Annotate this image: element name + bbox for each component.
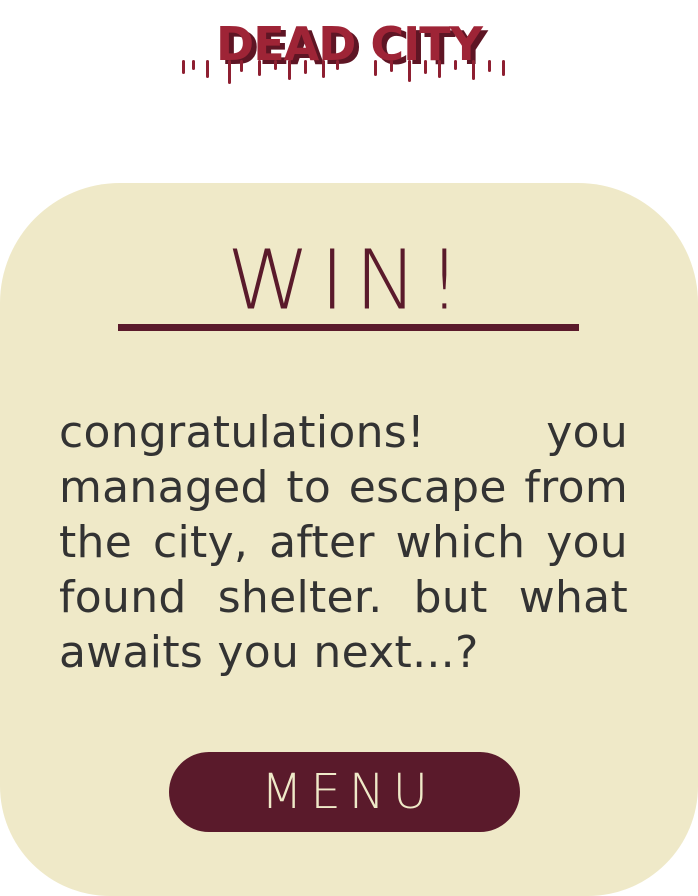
result-title: WIN! [226,231,472,329]
title-divider [118,324,579,331]
dead-city-logo: DEAD CITY DEAD CITY [182,17,505,84]
logo-text: DEAD CITY [216,17,484,71]
menu-button[interactable]: MENU [169,752,520,832]
win-screen: DEAD CITY DEAD CITY WIN! congratulations… [0,0,698,896]
result-message: congratulations! you managed to escape f… [59,407,628,678]
menu-button-label: MENU [261,764,436,820]
